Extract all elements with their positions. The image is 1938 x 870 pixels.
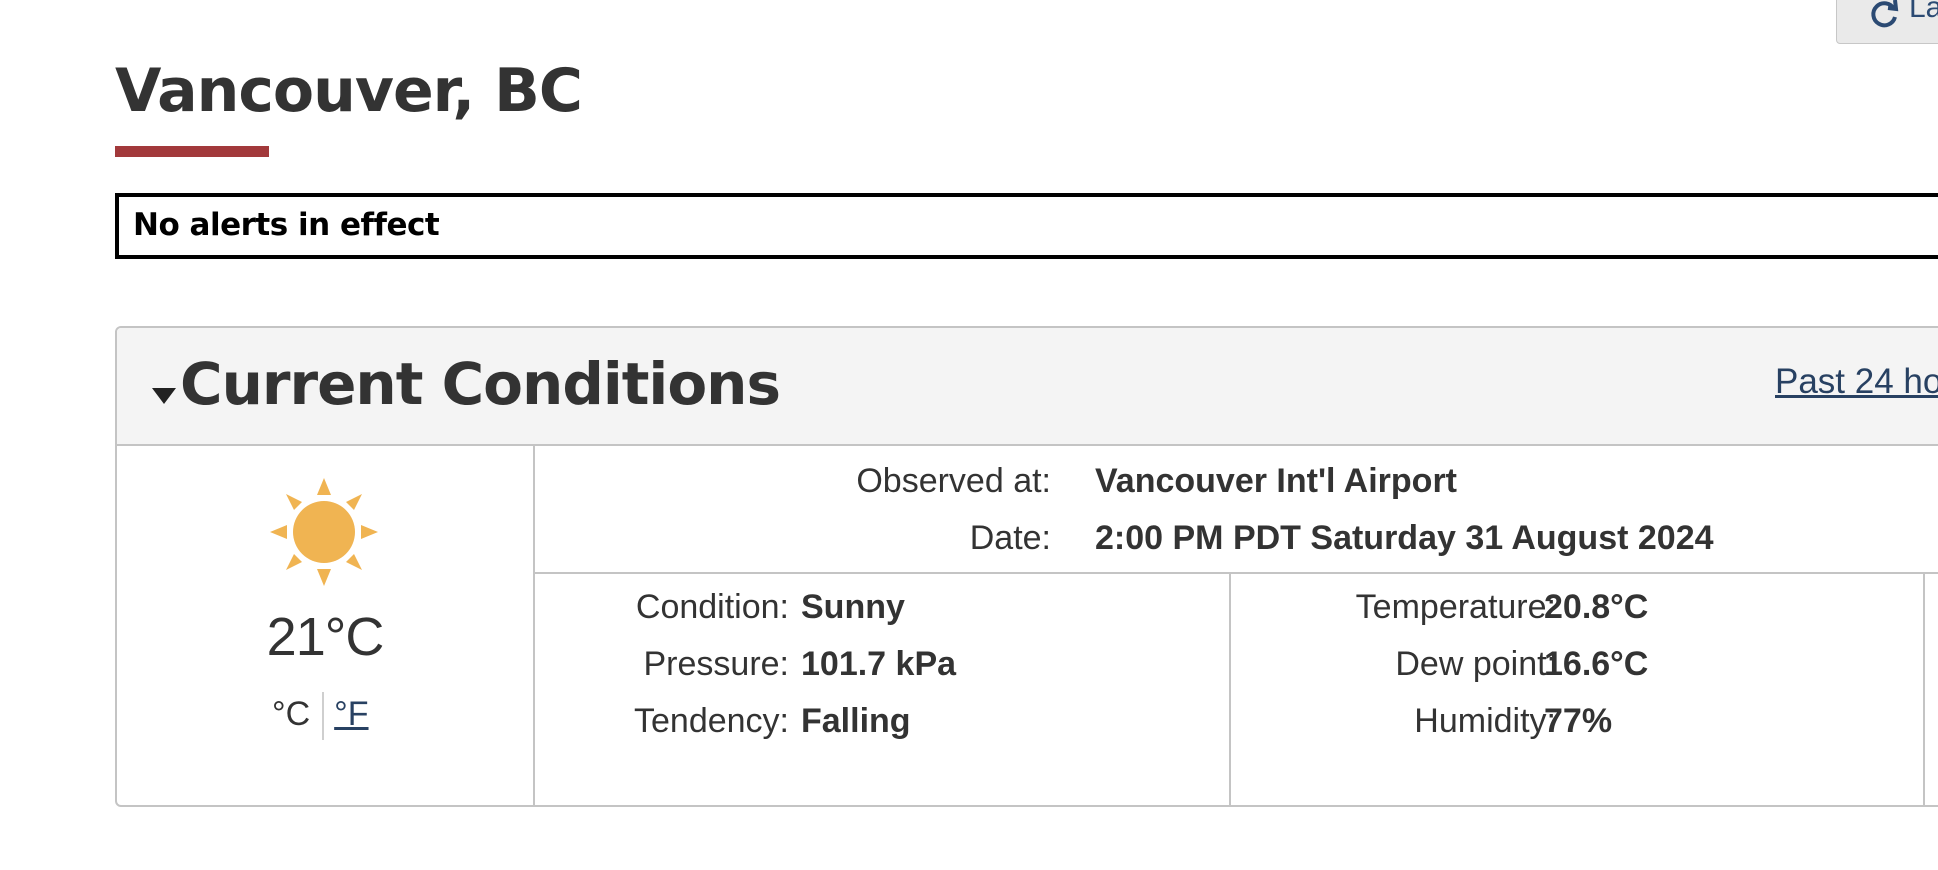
pressure-label: Pressure: — [643, 645, 790, 683]
temperature-label: Temperature: — [1355, 588, 1556, 626]
current-summary: 21°C °C °F — [117, 446, 535, 805]
alert-text: No alerts in effect — [133, 207, 440, 243]
dew-point-label: Dew point: — [1395, 645, 1556, 683]
date-label: Date: — [969, 519, 1051, 557]
tendency-value: Falling — [801, 702, 911, 740]
title-underline — [115, 146, 269, 157]
sun-icon — [270, 478, 378, 586]
current-conditions-heading[interactable]: Current Conditions — [180, 350, 781, 418]
celsius-unit: °C — [272, 694, 311, 733]
column-divider — [1229, 572, 1231, 805]
caret-down-icon[interactable] — [152, 388, 176, 404]
date-value: 2:00 PM PDT Saturday 31 August 2024 — [1095, 519, 1714, 557]
current-conditions-panel: Current Conditions Past 24 ho 21°C °C °F … — [115, 326, 1938, 807]
unit-toggle: °C °F — [272, 692, 369, 740]
current-temperature: 21°C — [266, 607, 385, 667]
fahrenheit-link[interactable]: °F — [334, 695, 368, 733]
current-conditions-header[interactable]: Current Conditions Past 24 ho — [117, 328, 1938, 446]
reload-button[interactable]: La — [1836, 0, 1938, 44]
condition-label: Condition: — [635, 588, 789, 626]
past-24-hours-link[interactable]: Past 24 ho — [1775, 362, 1938, 402]
observed-at-label: Observed at: — [856, 462, 1051, 500]
dew-point-value: 16.6°C — [1544, 645, 1649, 683]
reload-button-label: La — [1909, 0, 1938, 24]
refresh-icon — [1871, 0, 1899, 28]
humidity-label: Humidity: — [1414, 702, 1556, 740]
alert-banner: No alerts in effect — [115, 193, 1938, 259]
pressure-value: 101.7 kPa — [801, 645, 957, 683]
page-title: Vancouver, BC — [115, 56, 583, 126]
temperature-value: 20.8°C — [1544, 588, 1649, 626]
humidity-value: 77% — [1544, 702, 1613, 740]
condition-value: Sunny — [801, 588, 905, 626]
unit-divider — [322, 692, 325, 740]
column-divider — [1923, 572, 1925, 805]
observation-info: Observed at: Vancouver Int'l Airport Dat… — [535, 446, 1938, 574]
tendency-label: Tendency: — [634, 702, 789, 740]
observed-at-value: Vancouver Int'l Airport — [1095, 462, 1457, 500]
